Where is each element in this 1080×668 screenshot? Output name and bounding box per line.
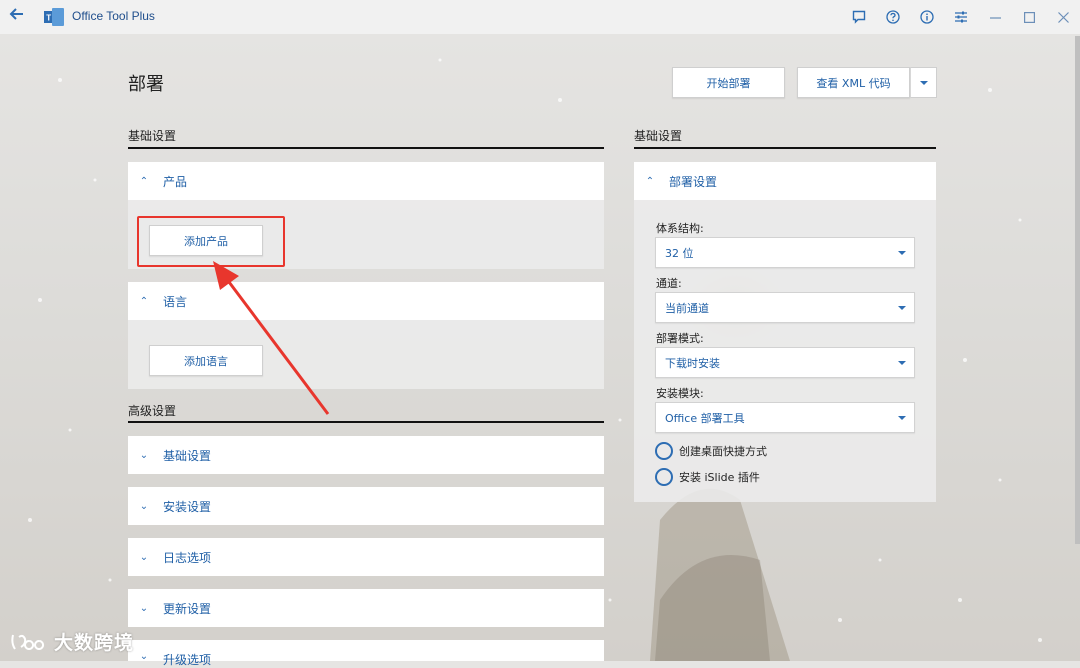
divider xyxy=(128,421,604,423)
back-arrow-icon[interactable] xyxy=(6,6,28,28)
language-expander[interactable]: ⌃ 语言 xyxy=(128,282,604,320)
page-title: 部署 xyxy=(128,74,164,95)
upgrade-options-expander[interactable]: ⌄ 升级选项 xyxy=(128,640,604,667)
start-deploy-button[interactable]: 开始部署 xyxy=(672,67,785,98)
divider xyxy=(128,147,604,149)
advanced-basic-expander[interactable]: ⌄ 基础设置 xyxy=(128,436,604,474)
caret-down-icon xyxy=(898,250,906,255)
caret-down-icon xyxy=(898,415,906,420)
view-xml-button[interactable]: 查看 XML 代码 xyxy=(797,67,910,98)
radio-button[interactable] xyxy=(655,468,673,486)
install-settings-expander[interactable]: ⌄ 安装设置 xyxy=(128,487,604,525)
minimize-icon[interactable] xyxy=(978,0,1012,34)
deploy-mode-label: 部署模式: xyxy=(656,332,704,345)
radio-button[interactable] xyxy=(655,442,673,460)
install-module-value: Office 部署工具 xyxy=(665,411,745,425)
architecture-label: 体系结构: xyxy=(656,222,704,235)
expander-label: 基础设置 xyxy=(163,448,212,463)
caret-down-icon xyxy=(919,80,928,85)
deploy-settings-label: 部署设置 xyxy=(669,174,718,189)
watermark-text: 大数跨境 xyxy=(54,632,135,654)
channel-label: 通道: xyxy=(656,277,682,290)
close-icon[interactable] xyxy=(1046,0,1080,34)
chevron-down-icon: ⌄ xyxy=(139,449,149,461)
architecture-value: 32 位 xyxy=(665,246,694,260)
help-icon[interactable] xyxy=(876,0,910,34)
info-icon[interactable] xyxy=(910,0,944,34)
right-basic-settings-heading: 基础设置 xyxy=(634,129,683,143)
advanced-settings-heading: 高级设置 xyxy=(128,404,177,418)
expander-label: 更新设置 xyxy=(163,601,212,616)
expander-label: 日志选项 xyxy=(163,550,212,565)
product-expander-label: 产品 xyxy=(163,174,188,189)
product-expander[interactable]: ⌃ 产品 xyxy=(128,162,604,200)
architecture-select[interactable]: 32 位 xyxy=(655,237,915,268)
app-title: Office Tool Plus xyxy=(72,9,155,23)
install-module-select[interactable]: Office 部署工具 xyxy=(655,402,915,433)
create-shortcut-option[interactable]: 创建桌面快捷方式 xyxy=(655,442,767,460)
install-islide-label: 安装 iSlide 插件 xyxy=(679,471,760,484)
chevron-down-icon: ⌄ xyxy=(139,651,149,662)
expander-label: 安装设置 xyxy=(163,499,212,514)
chevron-up-icon: ⌃ xyxy=(645,175,655,187)
chevron-up-icon: ⌃ xyxy=(139,175,149,187)
svg-text:T: T xyxy=(46,14,51,23)
update-settings-expander[interactable]: ⌄ 更新设置 xyxy=(128,589,604,627)
title-bar: T Office Tool Plus xyxy=(0,0,1080,34)
add-language-button[interactable]: 添加语言 xyxy=(149,345,263,376)
watermark: 大数跨境 xyxy=(10,628,134,655)
feedback-icon[interactable] xyxy=(842,0,876,34)
deploy-settings-expander[interactable]: ⌃ 部署设置 xyxy=(634,162,936,200)
basic-settings-heading: 基础设置 xyxy=(128,129,177,143)
channel-value: 当前通道 xyxy=(665,301,709,315)
watermark-logo-icon xyxy=(11,634,45,650)
expander-label: 升级选项 xyxy=(163,653,212,667)
caret-down-icon xyxy=(898,305,906,310)
install-module-label: 安装模块: xyxy=(656,387,704,400)
deploy-mode-value: 下载时安装 xyxy=(665,356,720,370)
install-islide-option[interactable]: 安装 iSlide 插件 xyxy=(655,468,760,486)
log-options-expander[interactable]: ⌄ 日志选项 xyxy=(128,538,604,576)
scrollbar-thumb[interactable] xyxy=(1075,36,1080,544)
maximize-icon[interactable] xyxy=(1012,0,1046,34)
chevron-down-icon: ⌄ xyxy=(139,551,149,563)
view-xml-dropdown-button[interactable] xyxy=(910,67,937,98)
caret-down-icon xyxy=(898,360,906,365)
chevron-up-icon: ⌃ xyxy=(139,295,149,307)
settings-icon[interactable] xyxy=(944,0,978,34)
chevron-down-icon: ⌄ xyxy=(139,602,149,614)
highlight-box xyxy=(137,216,285,267)
create-shortcut-label: 创建桌面快捷方式 xyxy=(679,445,767,458)
chevron-down-icon: ⌄ xyxy=(139,500,149,512)
deploy-mode-select[interactable]: 下载时安装 xyxy=(655,347,915,378)
office-tool-plus-logo-icon: T xyxy=(44,8,64,26)
language-expander-label: 语言 xyxy=(163,294,188,309)
divider xyxy=(634,147,936,149)
channel-select[interactable]: 当前通道 xyxy=(655,292,915,323)
